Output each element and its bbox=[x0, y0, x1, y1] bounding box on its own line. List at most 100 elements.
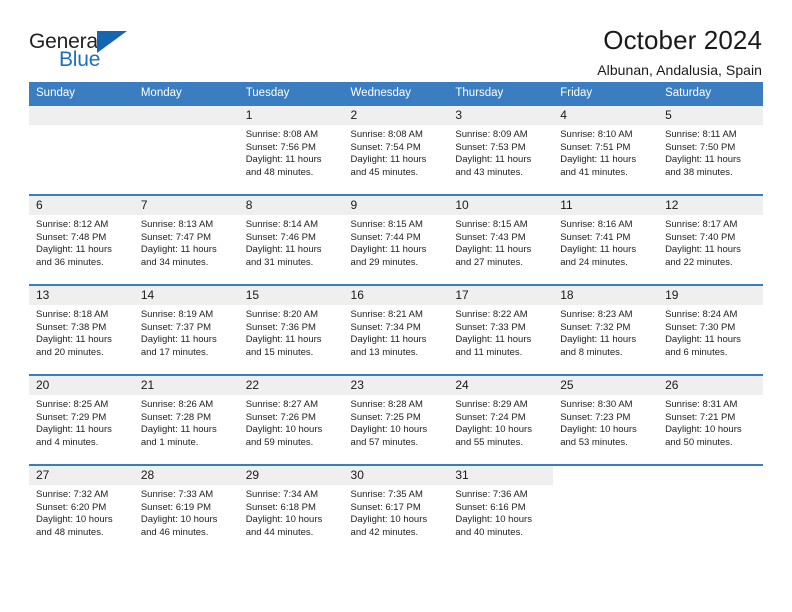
day-number: 12 bbox=[658, 196, 763, 215]
calendar-day-cell[interactable]: 16 Sunrise: 8:21 AM Sunset: 7:34 PM Dayligh… bbox=[343, 284, 449, 375]
day-number: 8 bbox=[238, 196, 344, 215]
day-number: 5 bbox=[658, 106, 763, 125]
calendar-cell-blank bbox=[658, 464, 763, 555]
day-sun-info: Sunrise: 8:25 AM Sunset: 7:29 PM Daylight:… bbox=[29, 395, 134, 449]
calendar-day-cell[interactable]: 27 Sunrise: 7:32 AM Sunset: 6:20 PM Dayligh… bbox=[29, 464, 134, 555]
calendar-day-cell[interactable]: 15 Sunrise: 8:20 AM Sunset: 7:36 PM Dayligh… bbox=[238, 284, 344, 375]
calendar-day-cell[interactable]: 3 Sunrise: 8:09 AM Sunset: 7:53 PM Daylight… bbox=[448, 104, 554, 195]
day-sun-info: Sunrise: 8:16 AM Sunset: 7:41 PM Daylight:… bbox=[553, 215, 658, 269]
sunrise-text: Sunrise: 8:21 AM bbox=[350, 309, 423, 320]
day-number bbox=[133, 106, 239, 125]
calendar-day-cell[interactable]: 17 Sunrise: 8:22 AM Sunset: 7:33 PM Dayligh… bbox=[448, 284, 554, 375]
calendar-day-cell[interactable]: 10 Sunrise: 8:15 AM Sunset: 7:43 PM Dayligh… bbox=[448, 194, 554, 285]
day-sun-info: Sunrise: 7:33 AM Sunset: 6:19 PM Daylight:… bbox=[134, 485, 239, 539]
day-number: 9 bbox=[343, 196, 449, 215]
day-sun-info: Sunrise: 7:32 AM Sunset: 6:20 PM Daylight:… bbox=[29, 485, 134, 539]
calendar-day-cell[interactable]: 22 Sunrise: 8:27 AM Sunset: 7:26 PM Dayligh… bbox=[238, 374, 344, 465]
calendar-header-row: Sunday Monday Tuesday Wednesday Thursday… bbox=[29, 82, 763, 105]
daylight-text: Daylight: 11 hours and 34 minutes. bbox=[140, 244, 217, 268]
calendar-day-cell[interactable]: 1 Sunrise: 8:08 AM Sunset: 7:56 PM Daylight… bbox=[238, 104, 344, 195]
calendar-day-cell[interactable]: 25 Sunrise: 8:30 AM Sunset: 7:23 PM Dayligh… bbox=[553, 374, 659, 465]
calendar-day-cell[interactable]: 9 Sunrise: 8:15 AM Sunset: 7:44 PM Daylight… bbox=[343, 194, 449, 285]
calendar-day-cell[interactable]: 18 Sunrise: 8:23 AM Sunset: 7:32 PM Dayligh… bbox=[553, 284, 659, 375]
day-sun-info: Sunrise: 8:24 AM Sunset: 7:30 PM Daylight:… bbox=[658, 305, 763, 359]
day-number bbox=[553, 466, 659, 485]
day-sun-info: Sunrise: 7:35 AM Sunset: 6:17 PM Daylight:… bbox=[344, 485, 449, 539]
day-sun-info: Sunrise: 8:30 AM Sunset: 7:23 PM Daylight:… bbox=[553, 395, 658, 449]
daylight-text: Daylight: 11 hours and 11 minutes. bbox=[455, 334, 532, 358]
sunrise-text: Sunrise: 8:28 AM bbox=[350, 399, 423, 410]
calendar-day-cell[interactable]: 7 Sunrise: 8:13 AM Sunset: 7:47 PM Daylight… bbox=[133, 194, 239, 285]
calendar-day-cell[interactable]: 28 Sunrise: 7:33 AM Sunset: 6:19 PM Dayligh… bbox=[133, 464, 239, 555]
sunrise-text: Sunrise: 8:23 AM bbox=[560, 309, 633, 320]
sunrise-text: Sunrise: 8:22 AM bbox=[455, 309, 528, 320]
sunset-text: Sunset: 7:54 PM bbox=[350, 141, 421, 153]
daylight-text: Daylight: 11 hours and 45 minutes. bbox=[350, 154, 427, 178]
calendar-day-cell[interactable]: 29 Sunrise: 7:34 AM Sunset: 6:18 PM Dayligh… bbox=[238, 464, 344, 555]
calendar-day-cell[interactable]: 8 Sunrise: 8:14 AM Sunset: 7:46 PM Daylight… bbox=[238, 194, 344, 285]
day-sun-info: Sunrise: 8:11 AM Sunset: 7:50 PM Daylight:… bbox=[658, 125, 763, 179]
day-number: 21 bbox=[133, 376, 239, 395]
sunset-text: Sunset: 7:41 PM bbox=[560, 231, 631, 243]
daylight-text: Daylight: 11 hours and 17 minutes. bbox=[140, 334, 217, 358]
day-number: 3 bbox=[448, 106, 554, 125]
sunset-text: Sunset: 7:26 PM bbox=[245, 411, 316, 423]
day-number: 11 bbox=[553, 196, 659, 215]
calendar-cell-empty bbox=[29, 104, 134, 195]
brand-logo[interactable]: General Blue bbox=[29, 26, 149, 78]
sunset-text: Sunset: 7:40 PM bbox=[665, 231, 736, 243]
sunset-text: Sunset: 6:19 PM bbox=[140, 501, 212, 513]
calendar-day-cell[interactable]: 11 Sunrise: 8:16 AM Sunset: 7:41 PM Dayligh… bbox=[553, 194, 659, 285]
day-sun-info: Sunrise: 8:12 AM Sunset: 7:48 PM Daylight:… bbox=[29, 215, 134, 269]
calendar-day-cell[interactable]: 30 Sunrise: 7:35 AM Sunset: 6:17 PM Dayligh… bbox=[343, 464, 449, 555]
day-number: 30 bbox=[343, 466, 449, 485]
weekday-header-saturday: Saturday bbox=[658, 82, 763, 105]
sunset-text: Sunset: 7:38 PM bbox=[36, 321, 107, 333]
calendar-day-cell[interactable]: 24 Sunrise: 8:29 AM Sunset: 7:24 PM Dayligh… bbox=[448, 374, 554, 465]
day-number: 28 bbox=[133, 466, 239, 485]
sunrise-text: Sunrise: 8:24 AM bbox=[665, 309, 738, 320]
sunrise-text: Sunrise: 8:10 AM bbox=[560, 129, 633, 140]
day-number: 26 bbox=[658, 376, 763, 395]
daylight-text: Daylight: 11 hours and 1 minute. bbox=[140, 424, 217, 448]
sunset-text: Sunset: 6:17 PM bbox=[350, 501, 421, 513]
sunrise-text: Sunrise: 8:11 AM bbox=[665, 129, 737, 140]
calendar-day-cell[interactable]: 2 Sunrise: 8:08 AM Sunset: 7:54 PM Daylight… bbox=[343, 104, 449, 195]
calendar-day-cell[interactable]: 19 Sunrise: 8:24 AM Sunset: 7:30 PM Dayligh… bbox=[658, 284, 763, 375]
daylight-text: Daylight: 10 hours and 44 minutes. bbox=[245, 514, 323, 538]
sunset-text: Sunset: 7:25 PM bbox=[350, 411, 421, 423]
daylight-text: Daylight: 11 hours and 24 minutes. bbox=[560, 244, 637, 268]
day-sun-info: Sunrise: 8:22 AM Sunset: 7:33 PM Daylight:… bbox=[448, 305, 553, 359]
calendar-day-cell[interactable]: 23 Sunrise: 8:28 AM Sunset: 7:25 PM Dayligh… bbox=[343, 374, 449, 465]
daylight-text: Daylight: 10 hours and 40 minutes. bbox=[455, 514, 532, 538]
sunrise-text: Sunrise: 8:12 AM bbox=[36, 219, 109, 230]
sunrise-text: Sunrise: 8:29 AM bbox=[455, 399, 528, 410]
sunset-text: Sunset: 7:24 PM bbox=[455, 411, 526, 423]
daylight-text: Daylight: 10 hours and 59 minutes. bbox=[245, 424, 323, 448]
sunset-text: Sunset: 7:32 PM bbox=[560, 321, 631, 333]
sunrise-text: Sunrise: 8:31 AM bbox=[665, 399, 738, 410]
calendar-day-cell[interactable]: 12 Sunrise: 8:17 AM Sunset: 7:40 PM Dayligh… bbox=[658, 194, 763, 285]
daylight-text: Daylight: 10 hours and 53 minutes. bbox=[560, 424, 637, 448]
calendar-day-cell[interactable]: 6 Sunrise: 8:12 AM Sunset: 7:48 PM Daylight… bbox=[29, 194, 134, 285]
day-number: 14 bbox=[133, 286, 239, 305]
calendar-day-cell[interactable]: 14 Sunrise: 8:19 AM Sunset: 7:37 PM Dayligh… bbox=[133, 284, 239, 375]
calendar-day-cell[interactable]: 20 Sunrise: 8:25 AM Sunset: 7:29 PM Dayligh… bbox=[29, 374, 134, 465]
day-sun-info: Sunrise: 8:18 AM Sunset: 7:38 PM Daylight:… bbox=[29, 305, 134, 359]
calendar-day-cell[interactable]: 4 Sunrise: 8:10 AM Sunset: 7:51 PM Daylight… bbox=[553, 104, 659, 195]
calendar-day-cell[interactable]: 21 Sunrise: 8:26 AM Sunset: 7:28 PM Dayligh… bbox=[133, 374, 239, 465]
day-sun-info: Sunrise: 8:09 AM Sunset: 7:53 PM Daylight:… bbox=[448, 125, 553, 179]
calendar-day-cell[interactable]: 26 Sunrise: 8:31 AM Sunset: 7:21 PM Dayligh… bbox=[658, 374, 763, 465]
daylight-text: Daylight: 11 hours and 8 minutes. bbox=[560, 334, 637, 358]
day-sun-info: Sunrise: 8:29 AM Sunset: 7:24 PM Daylight:… bbox=[448, 395, 553, 449]
day-sun-info: Sunrise: 8:31 AM Sunset: 7:21 PM Daylight:… bbox=[658, 395, 763, 449]
day-number: 13 bbox=[29, 286, 134, 305]
daylight-text: Daylight: 11 hours and 4 minutes. bbox=[36, 424, 112, 448]
sunset-text: Sunset: 7:28 PM bbox=[140, 411, 212, 423]
calendar-day-cell[interactable]: 31 Sunrise: 7:36 AM Sunset: 6:16 PM Dayligh… bbox=[448, 464, 554, 555]
calendar-day-cell[interactable]: 13 Sunrise: 8:18 AM Sunset: 7:38 PM Dayligh… bbox=[29, 284, 134, 375]
calendar-day-cell[interactable]: 5 Sunrise: 8:11 AM Sunset: 7:50 PM Daylight… bbox=[658, 104, 763, 195]
day-number bbox=[29, 106, 134, 125]
sunset-text: Sunset: 7:46 PM bbox=[245, 231, 316, 243]
sunrise-text: Sunrise: 8:09 AM bbox=[455, 129, 528, 140]
